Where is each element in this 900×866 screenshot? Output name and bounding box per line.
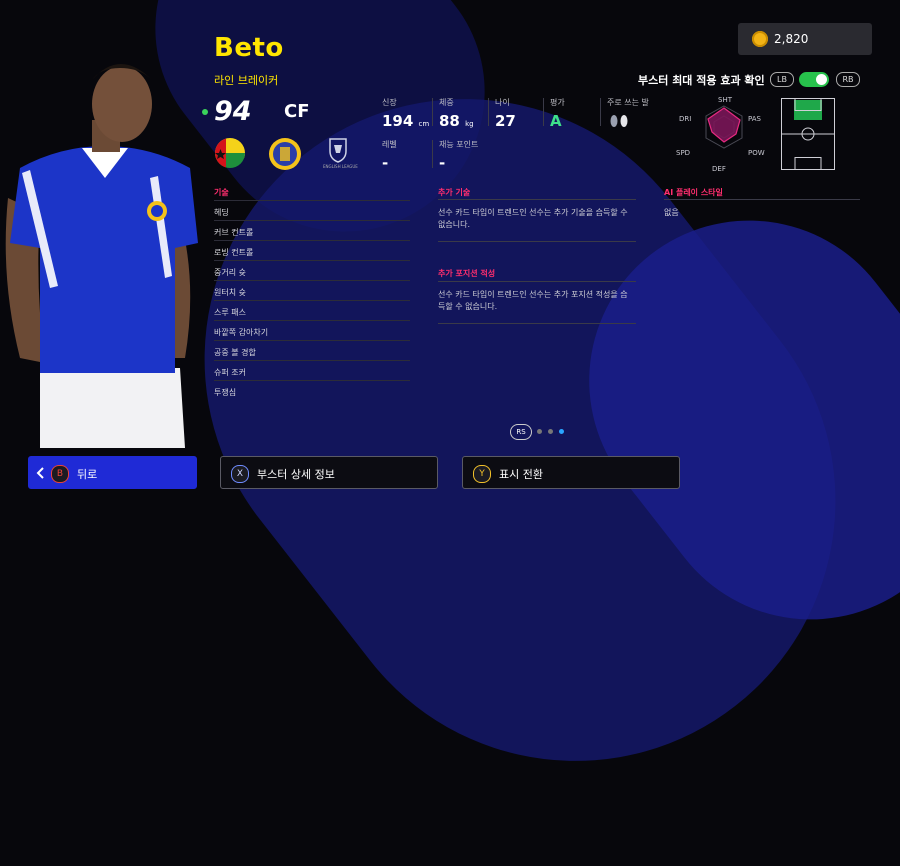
skill-item: 바깥쪽 감아차기 [214,320,410,339]
footprint-icon [607,112,649,132]
ai-style-title: AI 플레이 스타일 [664,188,723,197]
ai-style-value: 없음 [664,208,679,217]
back-label: 뒤로 [77,468,98,481]
booster-detail-label: 부스터 상세 정보 [257,468,335,481]
y-key-icon: Y [473,465,491,483]
stat-height-unit: cm [418,120,430,128]
stat-foot: 주로 쓰는 발 [607,97,649,132]
divider [664,199,860,200]
radar-label: SPD [676,149,690,157]
radar-label: SHT [718,96,733,104]
b-key-icon: B [51,465,69,483]
lb-button[interactable]: LB [770,72,794,87]
stat-height: 신장 194 cm [382,97,429,130]
divider [432,98,433,126]
display-toggle-label: 표시 전환 [499,468,543,481]
league-caption: ENGLISH LEAGUE [323,164,358,169]
club-crest-icon [268,137,302,171]
stat-weight-unit: kg [465,120,474,128]
x-key-icon: X [231,465,249,483]
stat-height-value: 194 [382,112,414,130]
divider [438,281,636,282]
stat-level-value: - [382,154,389,172]
stat-talent-value: - [439,154,446,172]
radar-label: DRI [679,115,691,123]
radar-label: DEF [712,165,726,173]
skill-item: 원터치 슛 [214,280,410,299]
additional-positions-desc: 선수 카드 타입이 트렌드인 선수는 추가 포지션 적성을 습득할 수 없습니다… [438,290,628,311]
additional-skills-desc: 선수 카드 타입이 트렌드인 선수는 추가 기술을 습득할 수 없습니다. [438,208,628,229]
player-role: 라인 브레이커 [214,74,279,87]
divider [432,140,433,168]
toggle-knob [816,74,827,85]
status-dot [202,109,208,115]
stat-talent-label: 재능 포인트 [439,140,479,149]
stat-weight: 체중 88 kg [439,97,474,130]
stat-age-label: 나이 [495,98,510,107]
skill-item: 공중 볼 경합 [214,340,410,359]
skill-item: 스루 패스 [214,300,410,319]
booster-toggle[interactable] [799,72,829,87]
stat-level-label: 레벨 [382,140,397,149]
stat-talent: 재능 포인트 - [439,139,478,172]
skill-item: 로빙 컨트롤 [214,240,410,259]
rs-button[interactable]: RS [510,424,532,440]
rb-button[interactable]: RB [836,72,860,87]
divider [438,241,636,242]
radar-chart: SHT PAS POW DEF SPD DRI [676,94,772,174]
additional-skills-title: 추가 기술 [438,188,471,197]
skill-item: 헤딩 [214,200,410,219]
divider [438,199,636,200]
skill-item: 중거리 슛 [214,260,410,279]
additional-positions-title: 추가 포지션 적성 [438,269,496,278]
player-name: Beto [214,33,284,63]
page-dot[interactable] [548,429,553,434]
divider [438,323,636,324]
stat-age-value: 27 [495,112,516,130]
position-pitch [781,98,835,170]
stat-weight-label: 체중 [439,98,454,107]
coin-icon [752,31,768,47]
stat-weight-value: 88 [439,112,460,130]
currency-amount: 2,820 [774,32,809,46]
chevron-left-icon [36,467,44,479]
player-rating: 94 [214,96,252,127]
league-emblem-icon [328,137,348,163]
stat-height-label: 신장 [382,98,397,107]
stat-foot-label: 주로 쓰는 발 [607,98,649,107]
page-dot[interactable] [537,429,542,434]
divider [488,98,489,126]
skill-item: 슈퍼 조커 [214,360,410,379]
radar-label: POW [748,149,765,157]
nation-flag-icon [215,138,245,168]
player-position: CF [284,101,310,122]
back-button[interactable]: B 뒤로 [28,456,197,489]
skills-title: 기술 [214,188,229,197]
stat-grade-value: A [550,112,562,130]
stat-grade-label: 평가 [550,98,565,107]
booster-label: 부스터 최대 적용 효과 확인 [638,74,765,87]
divider [600,98,601,126]
stat-level: 레벨 - [382,139,397,172]
background-shape [524,156,900,684]
stat-grade: 평가 A [550,97,565,130]
display-toggle-button[interactable]: Y 표시 전환 [462,456,680,489]
divider [543,98,544,126]
radar-label: PAS [748,115,762,123]
skill-item: 투쟁심 [214,380,410,399]
stat-age: 나이 27 [495,97,516,130]
page-dot-active[interactable] [559,429,564,434]
skill-item: 커브 컨트롤 [214,220,410,239]
player-portrait [0,28,210,448]
booster-detail-button[interactable]: X 부스터 상세 정보 [220,456,438,489]
